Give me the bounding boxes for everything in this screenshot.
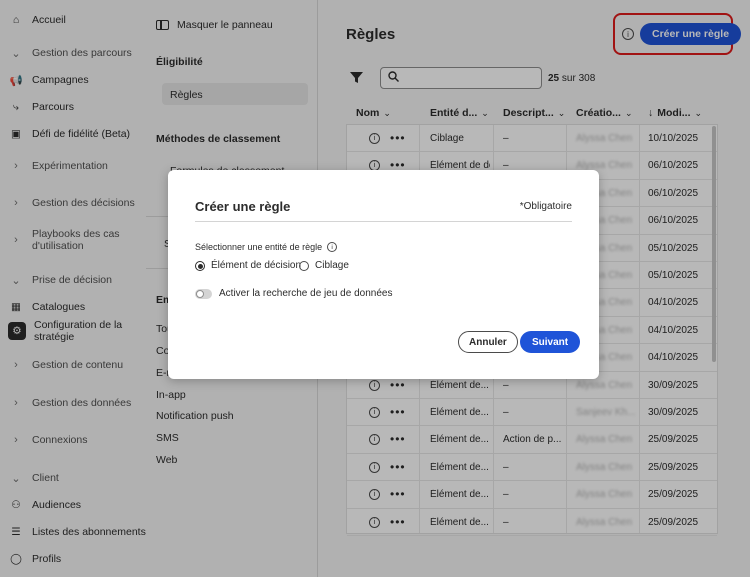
radio-selected-icon [195, 260, 205, 271]
toggle-label: Activer la recherche de jeu de données [219, 288, 393, 299]
app: ⌂ Accueil ⌄ Gestion des parcours 📢 Campagnes ⤷… [0, 0, 750, 577]
dialog-divider [195, 221, 572, 222]
radio-targeting-label: Ciblage [315, 260, 349, 271]
radio-decision-label: Élément de décision [211, 260, 302, 271]
create-rule-dialog: Créer une règle *Obligatoire Sélectionne… [168, 170, 599, 379]
radio-unselected-icon [299, 260, 309, 271]
radio-targeting[interactable]: Ciblage [299, 260, 349, 271]
toggle-switch[interactable] [195, 288, 212, 299]
dialog-title: Créer une règle [195, 199, 291, 214]
next-button[interactable]: Suivant [520, 331, 581, 353]
info-icon[interactable]: i [327, 242, 338, 252]
radio-decision-item[interactable]: Élément de décision [195, 260, 301, 271]
entity-label: Sélectionner une entité de règle i [195, 242, 338, 252]
entity-label-text: Sélectionner une entité de règle [195, 242, 323, 252]
cancel-button[interactable]: Annuler [458, 331, 518, 353]
dataset-lookup-toggle[interactable]: Activer la recherche de jeu de données [195, 288, 392, 299]
required-note: *Obligatoire [519, 201, 572, 212]
